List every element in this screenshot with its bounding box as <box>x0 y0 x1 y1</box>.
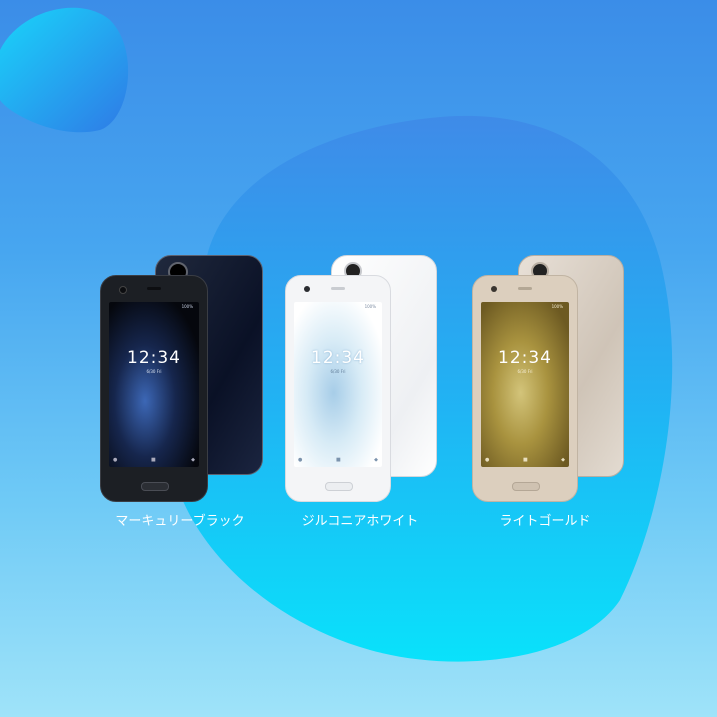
lock-clock: 12:34 <box>311 348 365 368</box>
lock-date: 6/30 Fri <box>517 369 533 374</box>
home-button <box>512 482 540 491</box>
phone-screen: 100% 12:34 6/30 Fri ● ■ ◆ <box>294 302 382 467</box>
phone-front: 100% 12:34 6/30 Fri ● ■ ◆ <box>472 275 578 502</box>
lock-icon: ■ <box>151 457 156 463</box>
lock-clock: 12:34 <box>498 348 552 368</box>
phone-screen: 100% 12:34 6/30 Fri ● ■ ◆ <box>481 302 569 467</box>
lock-date: 6/30 Fri <box>330 369 346 374</box>
camera-icon: ◆ <box>561 457 565 463</box>
mic-icon: ● <box>485 457 490 463</box>
speaker <box>147 287 161 290</box>
status-bar: 100% <box>181 304 193 309</box>
phone-front: 100% 12:34 6/30 Fri ● ■ ◆ <box>285 275 391 502</box>
color-label: ジルコニアホワイト <box>301 514 419 529</box>
speaker <box>331 287 345 290</box>
status-bar: 100% <box>551 304 563 309</box>
status-bar: 100% <box>364 304 376 309</box>
lock-icon: ■ <box>523 457 528 463</box>
phone-screen: 100% 12:34 6/30 Fri ● ■ ◆ <box>109 302 199 467</box>
camera-icon: ◆ <box>374 457 378 463</box>
phone-mercury-black[interactable]: 100% 12:34 6/30 Fri ● ■ ◆ <box>100 255 263 502</box>
home-button <box>141 482 169 491</box>
lock-icon: ■ <box>336 457 341 463</box>
camera-icon: ◆ <box>191 457 195 463</box>
front-camera <box>119 286 127 294</box>
color-label: マーキュリーブラック <box>115 514 245 529</box>
front-camera <box>491 286 497 292</box>
phone-light-gold[interactable]: 100% 12:34 6/30 Fri ● ■ ◆ <box>472 255 624 502</box>
lock-date: 6/30 Fri <box>146 369 162 374</box>
mic-icon: ● <box>298 457 303 463</box>
front-camera <box>304 286 310 292</box>
color-label: ライトゴールド <box>499 514 591 529</box>
phone-zirconia-white[interactable]: 100% 12:34 6/30 Fri ● ■ ◆ <box>285 255 437 502</box>
home-button <box>325 482 353 491</box>
lock-clock: 12:34 <box>127 348 181 368</box>
corner-blob <box>0 7 129 133</box>
mic-icon: ● <box>113 457 118 463</box>
speaker <box>518 287 532 290</box>
phone-front: 100% 12:34 6/30 Fri ● ■ ◆ <box>100 275 208 502</box>
